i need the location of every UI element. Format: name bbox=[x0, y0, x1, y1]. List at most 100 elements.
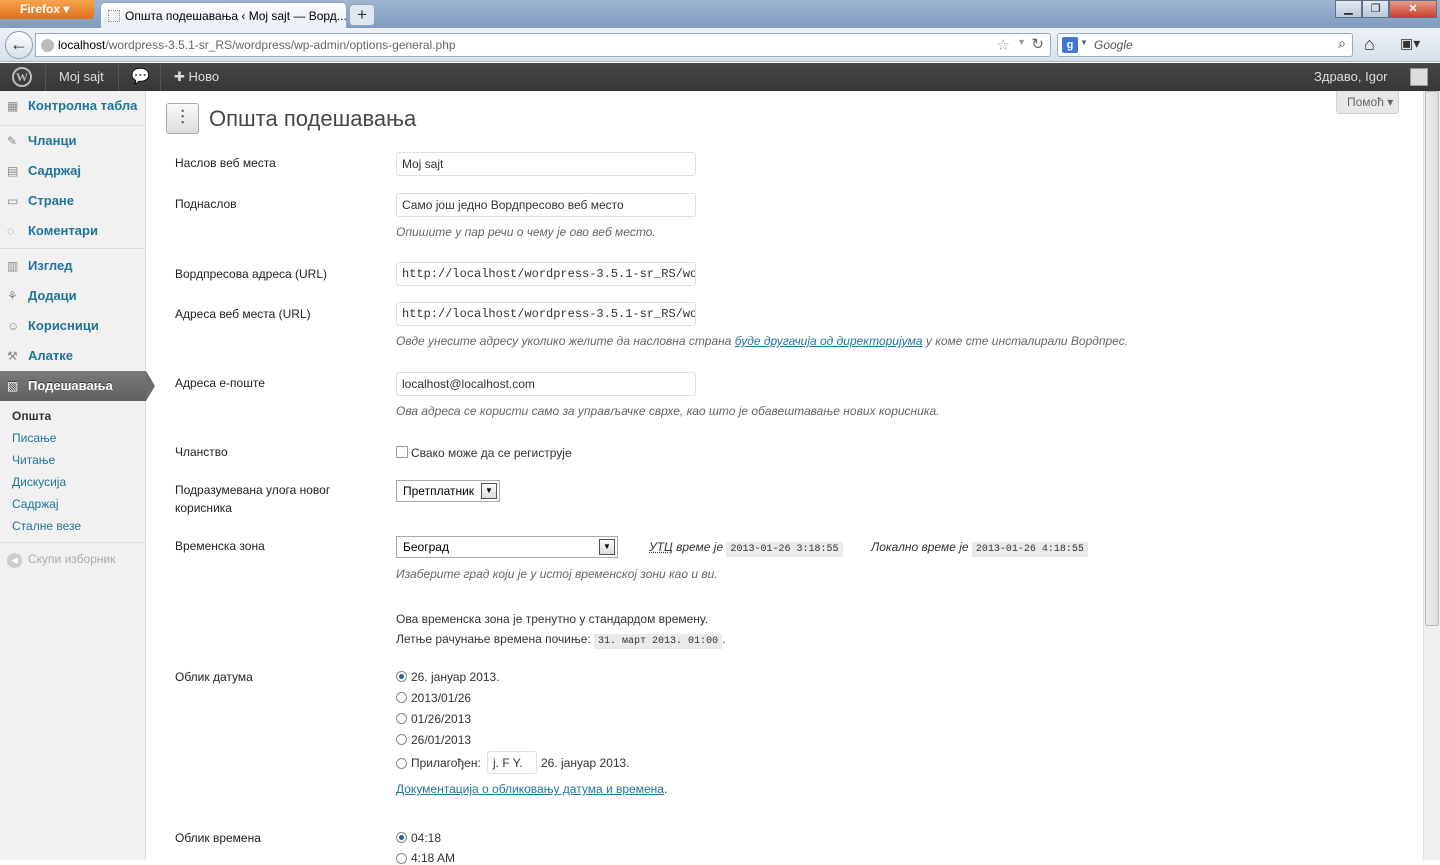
dropdown-arrow-icon: ▼ bbox=[481, 483, 497, 499]
firefox-menu-button[interactable]: Firefox ▾ bbox=[0, 0, 94, 19]
date-doc-line: Документација о обликовању датума и врем… bbox=[396, 782, 667, 796]
date-format-option[interactable]: 26. јануар 2013. bbox=[411, 670, 500, 684]
page-scrollbar[interactable] bbox=[1423, 91, 1440, 860]
url-host: localhost bbox=[58, 38, 106, 52]
submenu-general[interactable]: Општа bbox=[12, 409, 51, 423]
bookmark-star-icon[interactable]: ☆ bbox=[997, 36, 1010, 54]
reload-icon[interactable]: ↻ bbox=[1031, 35, 1044, 53]
sidebar-item-users[interactable]: ☺ Корисници bbox=[0, 311, 146, 341]
submenu-discussion[interactable]: Дискусија bbox=[12, 475, 66, 489]
search-bar[interactable]: g ▼ Google ⌕ bbox=[1057, 33, 1353, 57]
date-format-custom-label[interactable]: Прилагођен: bbox=[411, 756, 481, 770]
browser-tab[interactable]: Општа подешавања ‹ Moj sajt — Ворд... bbox=[100, 2, 347, 28]
time-format-label: Облик времена bbox=[175, 831, 261, 845]
media-icon: ▤ bbox=[7, 164, 19, 178]
sidebar-item-appearance[interactable]: ▥ Изглед bbox=[0, 251, 146, 281]
date-doc-period: . bbox=[663, 782, 668, 796]
admin-sidebar: ▦ Контролна табла ✎ Чланци ▤ Садржај ▭ Стран… bbox=[0, 91, 155, 860]
comments-bubble-icon[interactable]: 💬 bbox=[131, 63, 150, 91]
submenu-permalinks[interactable]: Сталне везе bbox=[12, 519, 81, 533]
site-title-input[interactable]: Moj sajt bbox=[396, 152, 696, 176]
email-label: Адреса е-поште bbox=[175, 376, 265, 390]
role-selected-value: Претплатник bbox=[403, 484, 475, 498]
collapse-arrow-icon: ◀ bbox=[7, 553, 22, 568]
pages-icon: ▭ bbox=[7, 194, 19, 208]
tab-title: Општа подешавања ‹ Moj sajt — Ворд... bbox=[125, 9, 347, 23]
sidebar-item-tools[interactable]: ⚒ Алатке bbox=[0, 341, 146, 371]
search-placeholder: Google bbox=[1094, 38, 1133, 52]
sidebar-item-media[interactable]: ▤ Садржај bbox=[0, 156, 146, 186]
timezone-select[interactable]: Београд ▼ bbox=[396, 536, 618, 558]
date-format-radio[interactable] bbox=[396, 692, 407, 703]
date-format-radio[interactable] bbox=[396, 734, 407, 745]
membership-checkbox-label[interactable]: Свако може да се региструје bbox=[411, 446, 572, 460]
date-format-option[interactable]: 01/26/2013 bbox=[411, 712, 471, 726]
time-format-option[interactable]: 4:18 AM bbox=[411, 851, 455, 865]
submenu-media[interactable]: Садржај bbox=[12, 497, 59, 511]
time-format-radio[interactable] bbox=[396, 853, 407, 864]
sidebar-item-settings[interactable]: ▧ Подешавања bbox=[0, 371, 155, 401]
time-format-radio[interactable] bbox=[396, 832, 407, 843]
sidebar-item-plugins[interactable]: ⚘ Додаци bbox=[0, 281, 146, 311]
collapse-menu-button[interactable]: ◀ Скупи изборник bbox=[7, 552, 115, 568]
settings-page-icon: ⫶ bbox=[166, 103, 199, 134]
new-content-menu[interactable]: ✚ Ново bbox=[174, 63, 219, 91]
help-tab-button[interactable]: Помоћ ▾ bbox=[1336, 91, 1399, 114]
default-role-select[interactable]: Претплатник ▼ bbox=[396, 480, 500, 502]
bookmarks-menu-icon[interactable]: ▣▾ bbox=[1400, 35, 1432, 55]
globe-icon bbox=[41, 39, 54, 52]
maximize-button[interactable]: ❐ bbox=[1362, 0, 1389, 18]
utc-time-value: 2013-01-26 3:18:55 bbox=[726, 542, 843, 557]
close-window-button[interactable]: ✕ bbox=[1389, 0, 1437, 18]
scrollbar-thumb[interactable] bbox=[1425, 91, 1439, 626]
local-time-display: Локално време је 2013-01-26 4:18:55 bbox=[871, 540, 1088, 557]
email-input[interactable]: localhost@localhost.com bbox=[396, 372, 696, 396]
wp-url-input[interactable]: http://localhost/wordpress-3.5.1-sr_RS/w… bbox=[396, 262, 696, 286]
dst-period: . bbox=[722, 632, 726, 646]
appearance-icon: ▥ bbox=[7, 259, 19, 273]
date-time-docs-link[interactable]: Документација о обликовању датума и врем… bbox=[396, 782, 664, 796]
timezone-description: Изаберите град који је у истој временско… bbox=[396, 567, 718, 581]
site-url-input[interactable]: http://localhost/wordpress-3.5.1-sr_RS/w… bbox=[396, 302, 696, 326]
date-format-radio[interactable] bbox=[396, 671, 407, 682]
back-button[interactable]: ← bbox=[5, 31, 33, 59]
date-format-option[interactable]: 2013/01/26 bbox=[411, 691, 471, 705]
time-format-option[interactable]: 04:18 bbox=[411, 831, 441, 845]
new-tab-button[interactable]: + bbox=[349, 4, 375, 26]
wordpress-logo-icon[interactable]: W bbox=[12, 67, 32, 87]
engine-dropdown-icon[interactable]: ▼ bbox=[1080, 38, 1088, 47]
avatar[interactable] bbox=[1410, 68, 1428, 86]
different-directory-link[interactable]: буде другачија од директоријума bbox=[735, 334, 923, 348]
menu-separator bbox=[0, 542, 146, 543]
date-format-radio[interactable] bbox=[396, 713, 407, 724]
tagline-input[interactable]: Само још једно Вордпресово веб место bbox=[396, 193, 696, 217]
new-label: Ново bbox=[188, 69, 220, 84]
submenu-writing[interactable]: Писање bbox=[12, 431, 56, 445]
wp-url-label: Вордпресова адреса (URL) bbox=[175, 267, 328, 281]
url-dropdown-icon[interactable]: ▼ bbox=[1017, 37, 1026, 47]
sidebar-item-dashboard[interactable]: ▦ Контролна табла bbox=[0, 91, 146, 121]
home-icon[interactable]: ⌂ bbox=[1364, 34, 1375, 55]
sidebar-item-comments[interactable]: ◌ Коментари bbox=[0, 216, 146, 246]
membership-checkbox[interactable] bbox=[396, 446, 408, 458]
admin-bar-separator bbox=[160, 63, 161, 91]
minimize-button[interactable]: ▁ bbox=[1335, 0, 1362, 18]
site-url-label: Адреса веб места (URL) bbox=[175, 307, 311, 321]
site-name-link[interactable]: Moj sajt bbox=[59, 63, 104, 91]
sidebar-item-posts[interactable]: ✎ Чланци bbox=[0, 126, 146, 156]
submenu-reading[interactable]: Читање bbox=[12, 453, 55, 467]
date-format-option[interactable]: 26/01/2013 bbox=[411, 733, 471, 747]
google-icon[interactable]: g bbox=[1062, 37, 1078, 53]
dst-status-text: Ова временска зона је тренутно у стандар… bbox=[396, 612, 709, 626]
admin-bar-separator bbox=[118, 63, 119, 91]
date-format-custom-radio[interactable] bbox=[396, 758, 407, 769]
plus-icon: ✚ bbox=[174, 69, 185, 84]
custom-date-format-input[interactable]: j. F Y. bbox=[487, 751, 537, 774]
dst-start-value: 31. март 2013. 01:00 bbox=[594, 634, 723, 649]
sidebar-item-pages[interactable]: ▭ Стране bbox=[0, 186, 146, 216]
utc-time-display: УТЦ време је 2013-01-26 3:18:55 bbox=[649, 540, 843, 557]
url-bar[interactable]: localhost/wordpress-3.5.1-sr_RS/wordpres… bbox=[35, 33, 1051, 57]
greeting-account-menu[interactable]: Здраво, Igor bbox=[1314, 63, 1388, 91]
url-path: /wordpress-3.5.1-sr_RS/wordpress/wp-admi… bbox=[105, 38, 456, 52]
search-icon[interactable]: ⌕ bbox=[1338, 35, 1346, 52]
